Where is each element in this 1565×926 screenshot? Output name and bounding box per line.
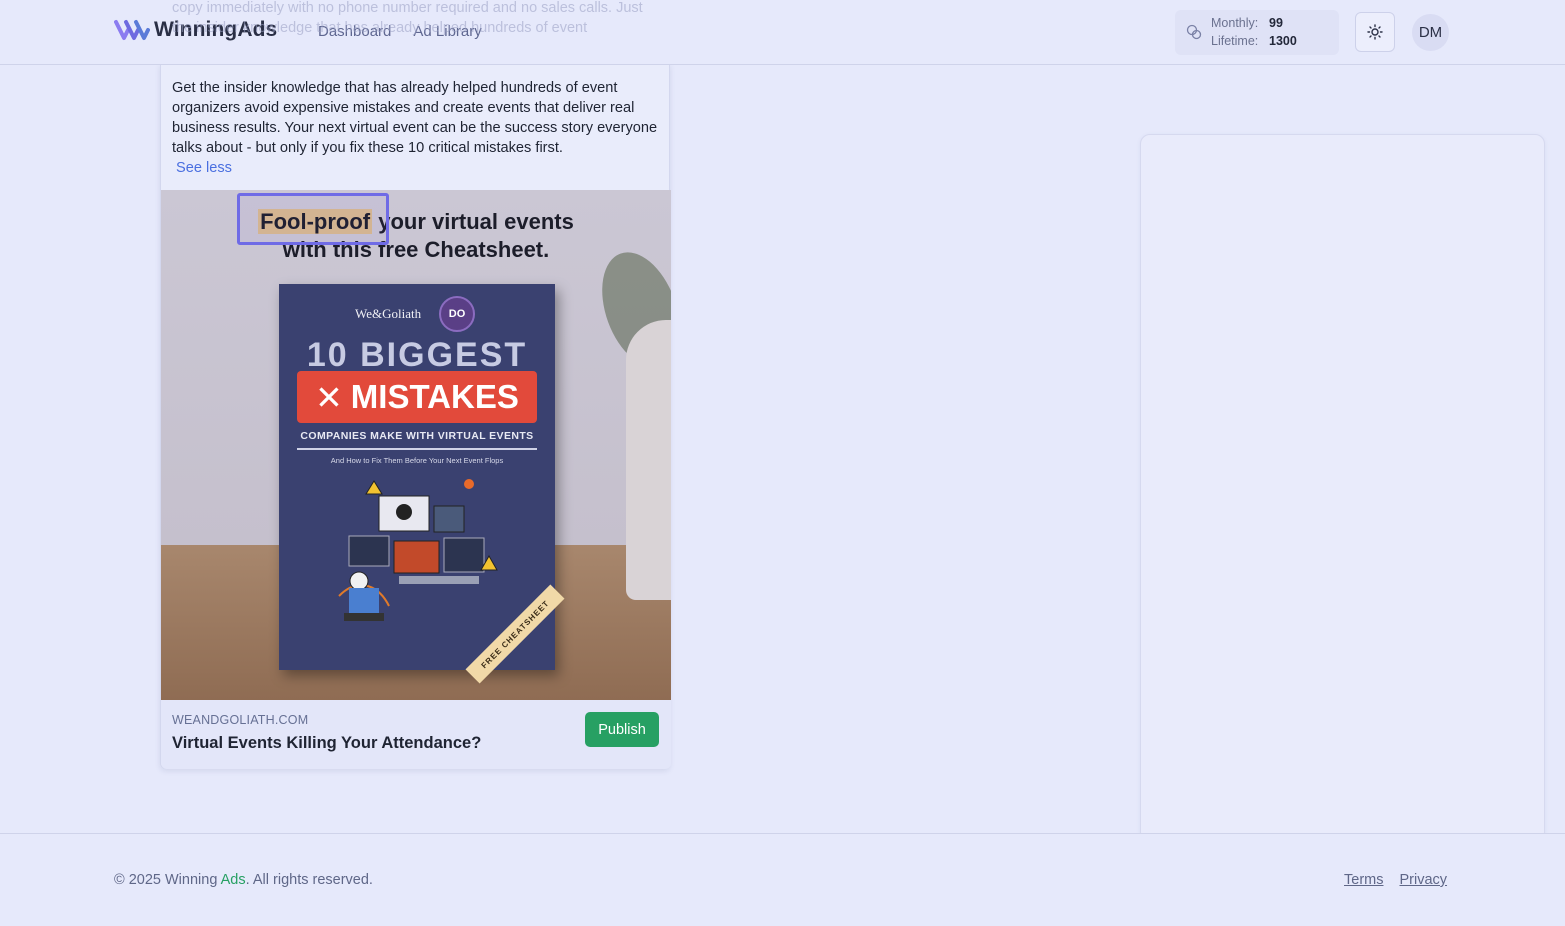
top-header: WinningAds Dashboard Ad Library Monthly:… xyxy=(0,0,1565,65)
book-divider xyxy=(297,448,537,450)
main-nav: Dashboard Ad Library xyxy=(318,23,482,40)
x-icon: ✕ xyxy=(315,378,343,416)
book-brand: We&Goliath xyxy=(355,306,422,321)
logo-text: WinningAds xyxy=(154,18,278,41)
book-mistakes-text: MISTAKES xyxy=(350,378,519,415)
nav-dashboard[interactable]: Dashboard xyxy=(318,23,391,40)
see-less-link[interactable]: See less xyxy=(176,160,232,176)
monthly-credits: Monthly: 99 xyxy=(1211,16,1283,30)
ad-card: Get the insider knowledge that has alrea… xyxy=(160,64,671,769)
creative-vase xyxy=(626,320,671,600)
monthly-value: 99 xyxy=(1269,16,1283,30)
copyright-brand: Ads xyxy=(220,872,246,888)
book-subtitle: COMPANIES MAKE WITH VIRTUAL EVENTS xyxy=(300,430,534,442)
privacy-link[interactable]: Privacy xyxy=(1399,872,1447,888)
selection-highlight-box xyxy=(237,193,389,245)
book-mistakes-banner: ✕ MISTAKES xyxy=(297,371,537,423)
side-panel xyxy=(1140,134,1545,842)
copyright-suffix: . All rights reserved. xyxy=(245,872,373,888)
ad-body-text: Get the insider knowledge that has alrea… xyxy=(172,78,662,178)
winningads-logo-icon xyxy=(114,20,150,40)
coins-icon xyxy=(1186,24,1202,40)
ad-title: Virtual Events Killing Your Attendance? xyxy=(172,734,482,752)
book-illustration xyxy=(338,479,498,621)
lifetime-label: Lifetime: xyxy=(1211,34,1259,48)
terms-link[interactable]: Terms xyxy=(1344,872,1383,888)
footer-links: Terms Privacy xyxy=(1344,872,1447,888)
copyright-text: © 2025 Winning Ads. All rights reserved. xyxy=(114,872,373,888)
book-big-title: 10 BIGGEST xyxy=(306,336,528,374)
ad-domain: WEANDGOLIATH.COM xyxy=(172,713,309,727)
nav-ad-library[interactable]: Ad Library xyxy=(413,23,481,40)
sun-icon xyxy=(1367,24,1383,40)
lifetime-credits: Lifetime: 1300 xyxy=(1211,34,1297,48)
publish-button[interactable]: Publish xyxy=(585,712,659,747)
logo[interactable]: WinningAds xyxy=(114,18,277,42)
copyright-prefix: © 2025 Winning xyxy=(114,872,221,888)
book-tagline: And How to Fix Them Before Your Next Eve… xyxy=(330,456,504,465)
monthly-label: Monthly: xyxy=(1211,16,1259,30)
user-avatar[interactable]: DM xyxy=(1412,14,1449,51)
credits-widget: Monthly: 99 Lifetime: 1300 xyxy=(1175,10,1339,55)
cheatsheet-book: We&Goliath DO 10 BIGGEST ✕ MISTAKES COMP… xyxy=(279,284,565,684)
book-badge: DO xyxy=(439,296,475,332)
headline-line1: your virtual events xyxy=(372,209,574,234)
page-footer: © 2025 Winning Ads. All rights reserved.… xyxy=(0,833,1565,926)
theme-toggle-button[interactable] xyxy=(1355,12,1395,52)
ad-body-copy: Get the insider knowledge that has alrea… xyxy=(172,80,658,156)
ad-card-footer: WEANDGOLIATH.COM Virtual Events Killing … xyxy=(161,700,671,769)
lifetime-value: 1300 xyxy=(1269,34,1297,48)
ad-creative-image[interactable]: Fool-proof your virtual events with this… xyxy=(161,190,671,700)
